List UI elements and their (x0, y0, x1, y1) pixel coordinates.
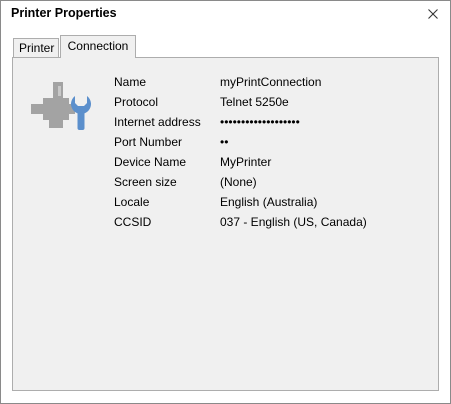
tab-printer[interactable]: Printer (13, 38, 59, 57)
property-value: (None) (220, 175, 257, 189)
property-value: 037 - English (US, Canada) (220, 215, 367, 229)
property-label: Name (114, 75, 147, 89)
property-label: Device Name (114, 155, 187, 169)
property-value: myPrintConnection (220, 75, 322, 89)
property-label: CCSID (114, 215, 152, 229)
printer-properties-window: Printer Properties Printer Connection Na… (0, 0, 451, 404)
property-label: Port Number (114, 135, 183, 149)
close-icon (428, 9, 438, 19)
property-label: Screen size (114, 175, 177, 189)
connection-wrench-icon (31, 82, 91, 130)
title-bar: Printer Properties (1, 1, 450, 27)
property-value: ••••••••••••••••••• (220, 115, 300, 129)
property-value: Telnet 5250e (220, 95, 289, 109)
property-value: MyPrinter (220, 155, 272, 169)
tab-connection[interactable]: Connection (60, 35, 136, 58)
property-label: Internet address (114, 115, 201, 129)
property-label: Protocol (114, 95, 159, 109)
close-button[interactable] (422, 4, 444, 24)
property-label: Locale (114, 195, 150, 209)
connection-panel: Name myPrintConnection Protocol Telnet 5… (12, 57, 439, 391)
property-value: •• (220, 135, 229, 149)
property-value: English (Australia) (220, 195, 318, 209)
window-title: Printer Properties (11, 6, 117, 20)
